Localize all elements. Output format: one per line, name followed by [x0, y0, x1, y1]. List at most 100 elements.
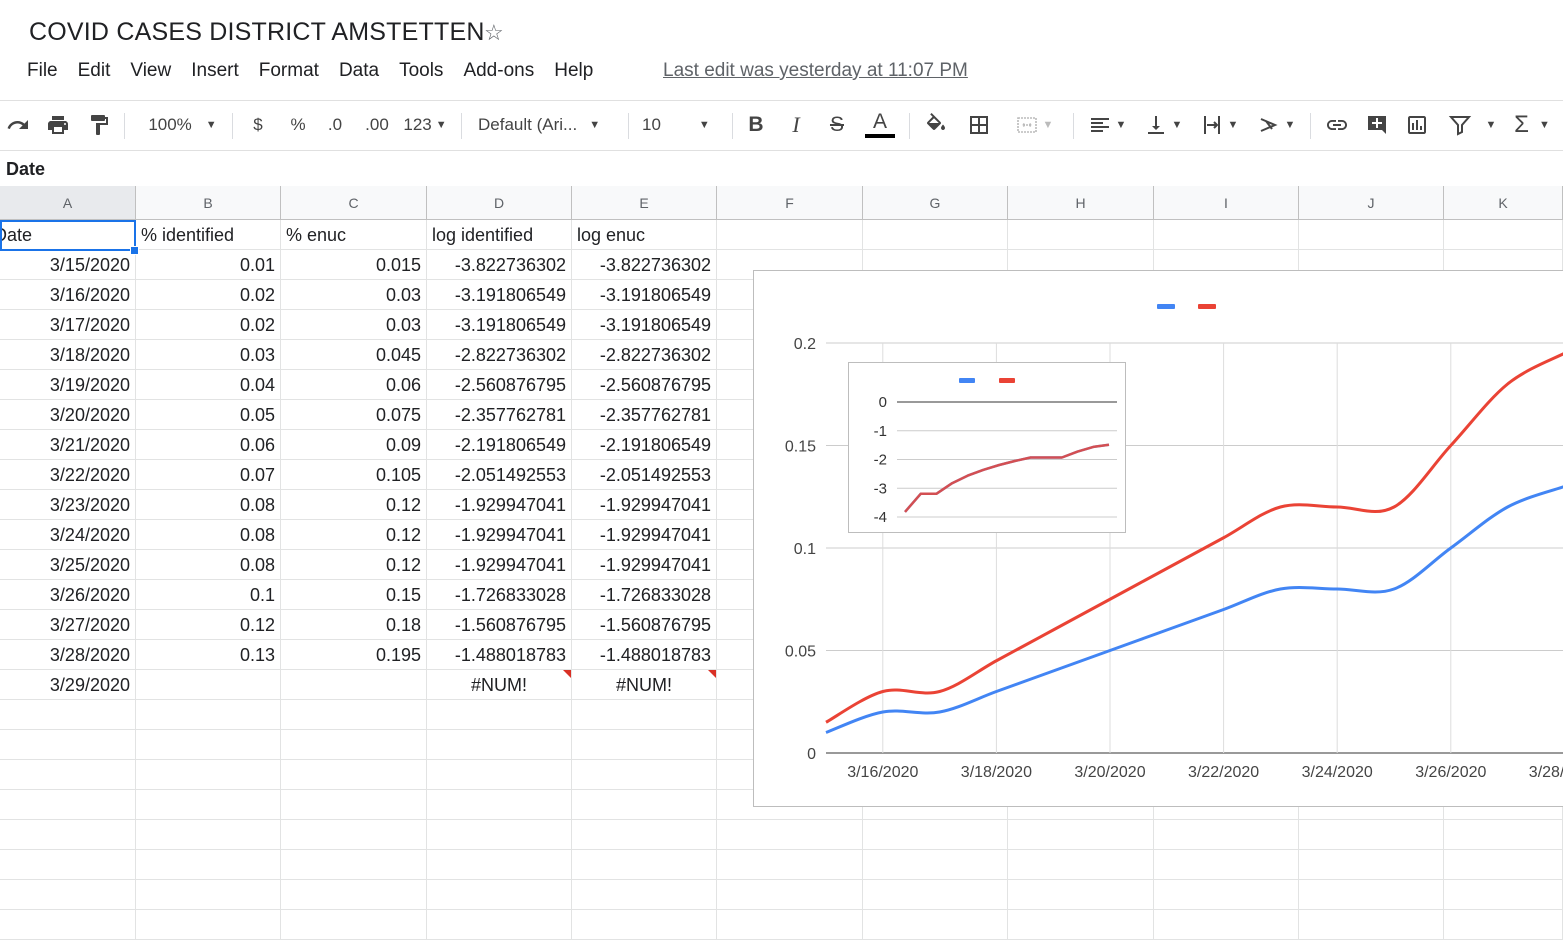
cell[interactable]: -2.560876795: [427, 370, 572, 400]
paint-format-icon[interactable]: [85, 101, 113, 149]
cell[interactable]: 0.05: [136, 400, 281, 430]
cell[interactable]: [572, 910, 717, 940]
menu-file[interactable]: File: [27, 60, 58, 82]
cell[interactable]: -2.357762781: [427, 400, 572, 430]
cell[interactable]: [427, 700, 572, 730]
cell[interactable]: [281, 910, 427, 940]
column-header-e[interactable]: E: [572, 186, 717, 220]
cell[interactable]: [572, 790, 717, 820]
cell[interactable]: 0.07: [136, 460, 281, 490]
borders-icon[interactable]: [965, 101, 993, 149]
cell[interactable]: 0.045: [281, 340, 427, 370]
cell[interactable]: -2.560876795: [572, 370, 717, 400]
cell[interactable]: [572, 850, 717, 880]
cell[interactable]: -1.726833028: [427, 580, 572, 610]
cell[interactable]: [1008, 220, 1154, 250]
function-button[interactable]: Σ ▼: [1510, 101, 1554, 149]
cell[interactable]: 0.02: [136, 310, 281, 340]
cell[interactable]: [1154, 850, 1299, 880]
fill-color-icon[interactable]: [922, 101, 950, 149]
bold-button[interactable]: B: [744, 101, 768, 149]
cell[interactable]: [1008, 880, 1154, 910]
column-header-j[interactable]: J: [1299, 186, 1444, 220]
cell[interactable]: -3.822736302: [427, 250, 572, 280]
cell[interactable]: -2.191806549: [427, 430, 572, 460]
cell[interactable]: 3/19/2020: [0, 370, 136, 400]
cell[interactable]: 0.04: [136, 370, 281, 400]
cell[interactable]: [136, 820, 281, 850]
cell[interactable]: 0.15: [281, 580, 427, 610]
cell[interactable]: [1299, 880, 1444, 910]
cell[interactable]: [717, 880, 863, 910]
selection-fill-handle[interactable]: [130, 246, 139, 255]
cell[interactable]: 0.08: [136, 490, 281, 520]
cell[interactable]: [1154, 910, 1299, 940]
cell[interactable]: [0, 790, 136, 820]
cell[interactable]: 0.06: [136, 430, 281, 460]
column-header-f[interactable]: F: [717, 186, 863, 220]
cell[interactable]: [1008, 910, 1154, 940]
cell[interactable]: 0.06: [281, 370, 427, 400]
cell[interactable]: -2.357762781: [572, 400, 717, 430]
column-header-b[interactable]: B: [136, 186, 281, 220]
cell[interactable]: 0.12: [281, 520, 427, 550]
italic-button[interactable]: I: [784, 101, 808, 149]
cell[interactable]: [427, 820, 572, 850]
cell[interactable]: [572, 700, 717, 730]
cell[interactable]: -1.929947041: [572, 550, 717, 580]
cell[interactable]: -3.191806549: [427, 310, 572, 340]
cell[interactable]: -1.726833028: [572, 580, 717, 610]
zoom-select[interactable]: 100% ▼: [140, 101, 225, 149]
cell[interactable]: [1008, 850, 1154, 880]
increase-decimal-button[interactable]: .00: [362, 101, 392, 149]
cell[interactable]: -3.191806549: [572, 280, 717, 310]
cell[interactable]: [1299, 820, 1444, 850]
cell[interactable]: [281, 700, 427, 730]
column-header-k[interactable]: K: [1444, 186, 1563, 220]
align-icon[interactable]: ▼: [1084, 101, 1130, 149]
cell[interactable]: 3/26/2020: [0, 580, 136, 610]
cell[interactable]: [136, 790, 281, 820]
cell[interactable]: [427, 850, 572, 880]
more-formats-button[interactable]: 123 ▼: [401, 101, 449, 149]
chart-percent[interactable]: 0 0.05 0.1 0.15 0.2 3/16/2020 3/18/2020 3/20/20…: [753, 270, 1563, 807]
decrease-decimal-button[interactable]: .0: [322, 101, 348, 149]
cell[interactable]: [427, 730, 572, 760]
cell[interactable]: 0.195: [281, 640, 427, 670]
cell[interactable]: 3/27/2020: [0, 610, 136, 640]
menu-view[interactable]: View: [130, 60, 171, 82]
cell[interactable]: 3/16/2020: [0, 280, 136, 310]
cell[interactable]: [281, 820, 427, 850]
cell[interactable]: [136, 700, 281, 730]
cell[interactable]: -2.822736302: [427, 340, 572, 370]
cell[interactable]: [572, 760, 717, 790]
error-indicator[interactable]: [708, 670, 716, 678]
cell[interactable]: 0.12: [136, 610, 281, 640]
cell[interactable]: % identified: [136, 220, 281, 250]
cell[interactable]: 0.09: [281, 430, 427, 460]
cell[interactable]: [136, 910, 281, 940]
cell[interactable]: [136, 850, 281, 880]
cell[interactable]: [717, 850, 863, 880]
cell[interactable]: [1299, 850, 1444, 880]
cell[interactable]: -3.191806549: [427, 280, 572, 310]
cell[interactable]: [863, 220, 1008, 250]
filter-icon[interactable]: ▼: [1444, 101, 1500, 149]
menu-format[interactable]: Format: [259, 60, 319, 82]
cell[interactable]: 3/28/2020: [0, 640, 136, 670]
cell[interactable]: -1.488018783: [572, 640, 717, 670]
cell[interactable]: [1154, 220, 1299, 250]
cell[interactable]: -1.929947041: [572, 490, 717, 520]
cell[interactable]: 0.12: [281, 550, 427, 580]
column-header-h[interactable]: H: [1008, 186, 1154, 220]
cell[interactable]: [427, 880, 572, 910]
cell[interactable]: [281, 880, 427, 910]
link-icon[interactable]: [1322, 101, 1352, 149]
cell[interactable]: -3.191806549: [572, 310, 717, 340]
cell[interactable]: [1444, 880, 1563, 910]
cell[interactable]: log enuc: [572, 220, 717, 250]
cell[interactable]: [427, 910, 572, 940]
cell[interactable]: 0.12: [281, 490, 427, 520]
cell[interactable]: [863, 850, 1008, 880]
formula-bar[interactable]: Date: [0, 150, 1563, 187]
